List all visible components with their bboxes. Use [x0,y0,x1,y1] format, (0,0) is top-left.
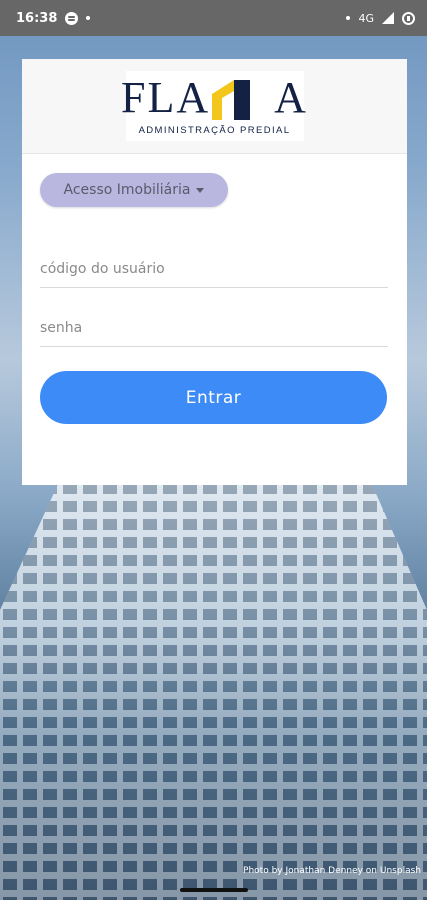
access-type-dropdown[interactable]: Acesso Imobiliária [40,173,228,207]
home-indicator[interactable] [180,888,248,892]
login-card: FLA A ADMINISTRAÇÃO PREDIAL Acesso Imobi… [22,59,407,485]
network-type: 4G [358,11,374,25]
photo-credit-prefix: Photo by [243,866,283,876]
password-input[interactable] [40,309,388,347]
photo-credit: Photo by Jonathan Denney on Unsplash [243,866,421,876]
status-left: 16:38 [16,10,91,26]
status-bar: 16:38 4G [0,0,427,36]
photo-credit-middle: on [365,866,378,876]
battery-icon [402,11,415,25]
notification-dot-icon [86,16,91,20]
logo-wordmark-left: FLA [121,73,211,122]
card-header: FLA A ADMINISTRAÇÃO PREDIAL [22,59,407,154]
caret-down-icon [196,187,205,193]
photo-credit-site[interactable]: Unsplash [380,866,421,876]
building-background-image [0,480,427,900]
login-button[interactable]: Entrar [40,371,387,424]
notification-dot-icon [346,16,351,20]
logo-wordmark: FLA A [121,76,308,120]
logo-wordmark-right: A [274,73,308,122]
spotify-icon [65,11,79,25]
photo-credit-author[interactable]: Jonathan Denney [285,866,362,876]
signal-icon [382,12,394,24]
flama-logo: FLA A ADMINISTRAÇÃO PREDIAL [121,71,306,141]
access-type-label: Acesso Imobiliária [63,182,191,198]
status-time: 16:38 [16,10,58,26]
user-code-input[interactable] [40,250,388,288]
logo-m-icon [212,80,251,120]
status-right: 4G [346,11,415,25]
logo-subtitle: ADMINISTRAÇÃO PREDIAL [138,125,291,136]
